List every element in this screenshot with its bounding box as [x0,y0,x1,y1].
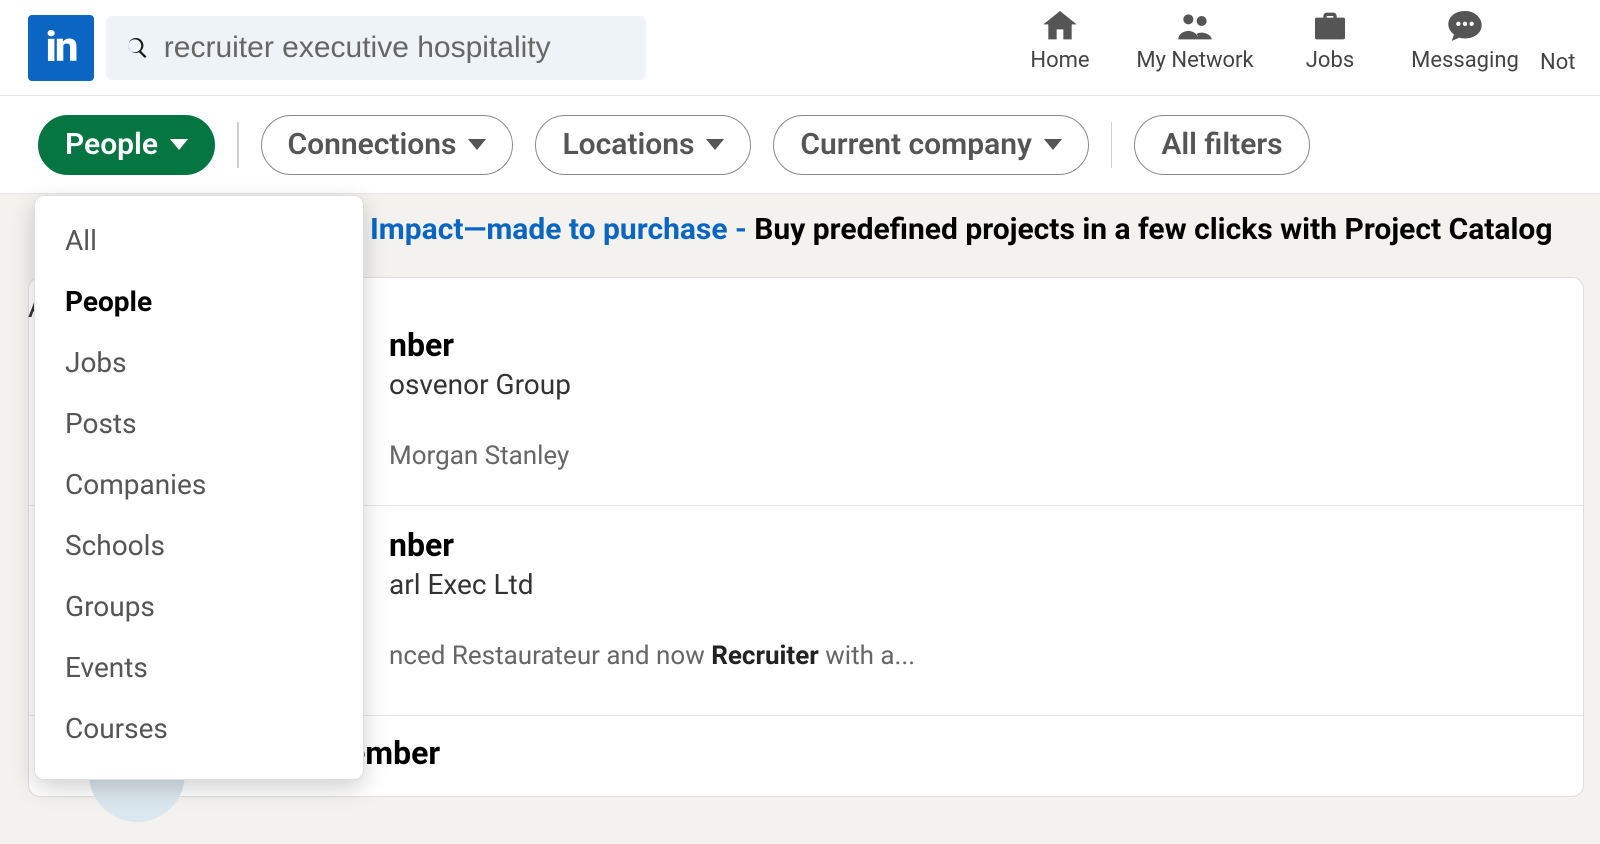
filter-people-label: People [65,127,158,162]
result-subline [199,603,1543,633]
top-nav: Home My Network Jobs Messaging Not [1000,0,1600,95]
nav-jobs[interactable]: Jobs [1270,6,1390,73]
result-name: nber [199,326,1543,364]
result-subtitle: osvenor Group [199,368,1543,401]
chevron-down-icon [468,139,486,150]
dropdown-item-all[interactable]: All [35,210,363,271]
home-icon [1040,6,1080,46]
promo-banner-text: Buy predefined projects in a few clicks … [754,212,1552,247]
dropdown-item-groups[interactable]: Groups [35,576,363,637]
result-meta: Morgan Stanley [199,441,1543,471]
people-icon [1175,6,1215,46]
linkedin-logo[interactable]: in [28,15,94,81]
result-name: nber [199,526,1543,564]
filter-connections-pill[interactable]: Connections [261,115,514,175]
filter-people-pill[interactable]: People [38,115,215,175]
chevron-down-icon [1044,139,1062,150]
nav-jobs-label: Jobs [1306,48,1354,73]
promo-banner-highlight: Impact—made to purchase - [370,212,754,247]
nav-messaging-label: Messaging [1411,48,1519,73]
top-bar: in Home My Network Jobs Messaging Not [0,0,1600,96]
search-box[interactable] [106,16,646,80]
dropdown-item-posts[interactable]: Posts [35,393,363,454]
nav-home[interactable]: Home [1000,6,1120,73]
all-filters-label: All filters [1161,127,1282,162]
filter-company-label: Current company [800,127,1031,162]
nav-network[interactable]: My Network [1120,6,1270,73]
dropdown-item-events[interactable]: Events [35,637,363,698]
search-icon [124,34,150,62]
result-subline [199,403,1543,433]
search-input[interactable] [164,31,628,65]
result-name: LinkedIn Member [189,734,1543,772]
nav-home-label: Home [1030,48,1089,73]
dropdown-item-courses[interactable]: Courses [35,698,363,759]
filter-connections-label: Connections [288,127,457,162]
nav-notifications-label: Not [1540,50,1575,75]
divider [237,122,239,168]
dropdown-item-companies[interactable]: Companies [35,454,363,515]
filter-company-pill[interactable]: Current company [773,115,1088,175]
filter-locations-label: Locations [562,127,694,162]
divider [1111,122,1113,168]
dropdown-item-jobs[interactable]: Jobs [35,332,363,393]
dropdown-item-people[interactable]: People [35,271,363,332]
result-meta: nced Restaurateur and now Recruiter with… [199,641,1543,671]
chevron-down-icon [706,139,724,150]
filter-locations-pill[interactable]: Locations [535,115,751,175]
filter-bar: People Connections Locations Current com… [0,96,1600,194]
chevron-down-icon [170,139,188,150]
briefcase-icon [1310,6,1350,46]
nav-messaging[interactable]: Messaging [1390,6,1540,73]
result-subtitle: arl Exec Ltd [199,568,1543,601]
dropdown-item-schools[interactable]: Schools [35,515,363,576]
nav-network-label: My Network [1136,48,1253,73]
nav-notifications[interactable]: Not [1540,6,1600,75]
entity-type-dropdown: AllPeopleJobsPostsCompaniesSchoolsGroups… [34,195,364,780]
messaging-icon [1445,6,1485,46]
all-filters-pill[interactable]: All filters [1134,115,1309,175]
